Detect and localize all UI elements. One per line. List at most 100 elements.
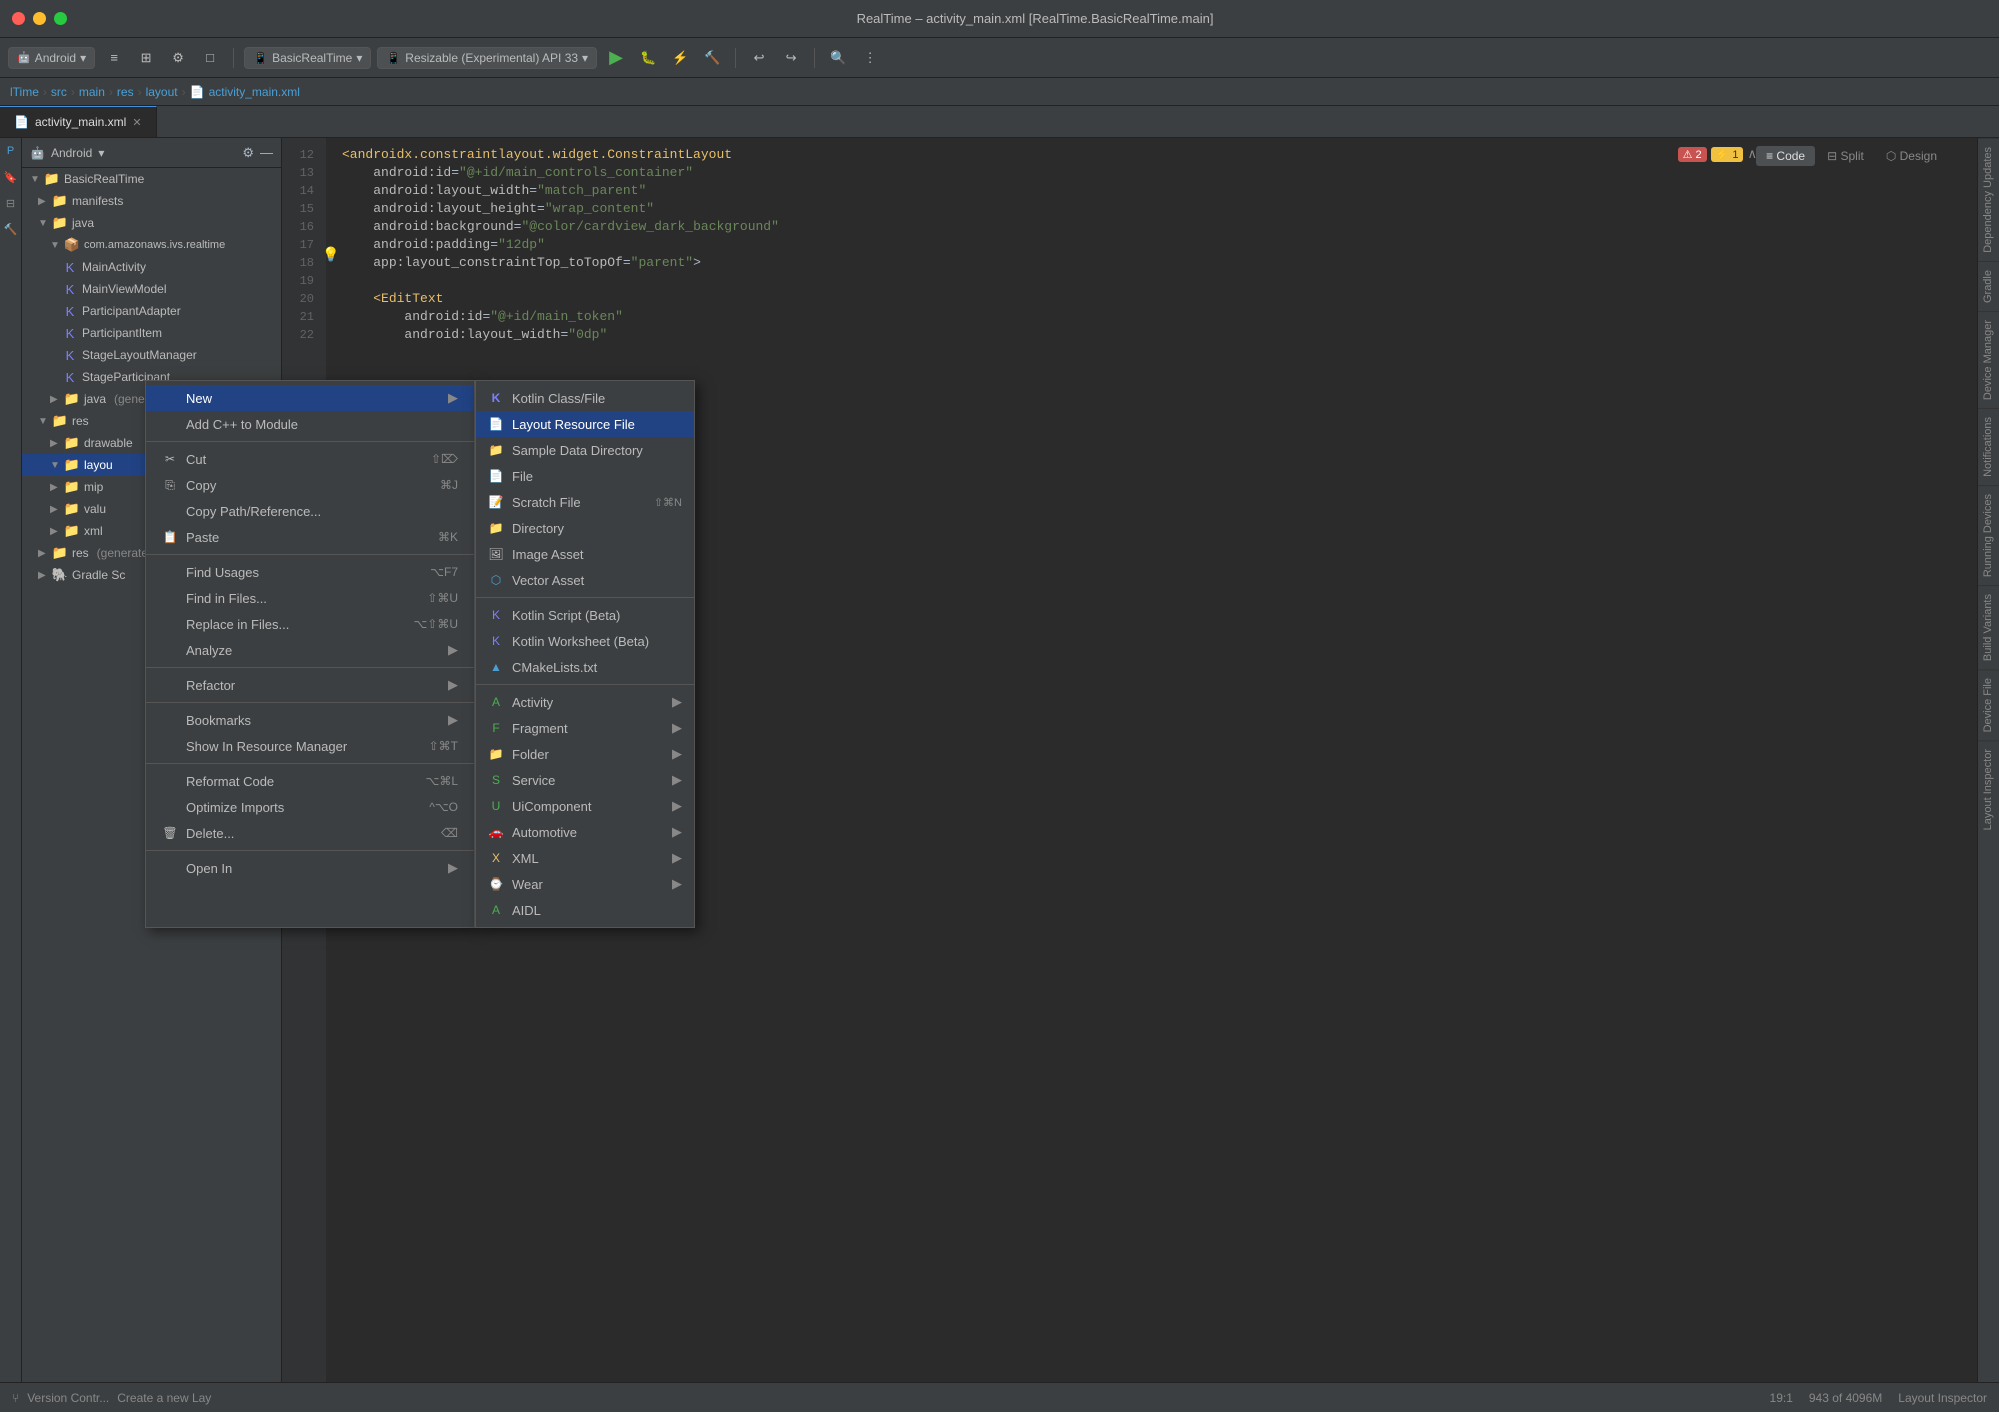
api-dropdown[interactable]: 📱 Resizable (Experimental) API 33 ▾ bbox=[377, 47, 597, 69]
menu-item-delete[interactable]: 🗑 Delete... ⌫ bbox=[146, 820, 474, 846]
minimize-button[interactable] bbox=[33, 12, 46, 25]
gradle-panel[interactable]: Gradle bbox=[1978, 261, 1999, 311]
submenu-activity[interactable]: A Activity ▶ bbox=[476, 689, 694, 715]
tree-java[interactable]: ▼ 📁 java bbox=[22, 212, 281, 234]
breadcrumb-item-3[interactable]: main bbox=[79, 85, 105, 99]
menu-item-replace-files[interactable]: Replace in Files... ⌥⇧⌘U bbox=[146, 611, 474, 637]
create-layer-label[interactable]: Create a new Lay bbox=[117, 1391, 211, 1405]
gear-icon[interactable]: ⚙ bbox=[242, 145, 254, 161]
run-button[interactable]: ▶ bbox=[603, 45, 629, 71]
tree-participantadapter[interactable]: K ParticipantAdapter bbox=[22, 300, 281, 322]
submenu-cmakelists[interactable]: ▲ CMakeLists.txt bbox=[476, 654, 694, 680]
build-variants-panel[interactable]: Build Variants bbox=[1978, 585, 1999, 669]
submenu-directory[interactable]: 📁 Directory bbox=[476, 515, 694, 541]
breadcrumb-item-2[interactable]: src bbox=[51, 85, 67, 99]
position-label: 19:1 bbox=[1770, 1391, 1793, 1405]
maximize-button[interactable] bbox=[54, 12, 67, 25]
undo-button[interactable]: ↩ bbox=[746, 45, 772, 71]
menu-item-show-resource-manager[interactable]: Show In Resource Manager ⇧⌘T bbox=[146, 733, 474, 759]
navigate-icon[interactable]: ⊞ bbox=[133, 45, 159, 71]
project-icon[interactable]: P bbox=[2, 142, 20, 160]
build-button[interactable]: 🔨 bbox=[699, 45, 725, 71]
layout-inspector-status[interactable]: Layout Inspector bbox=[1898, 1391, 1987, 1405]
debug-button[interactable]: 🐛 bbox=[635, 45, 661, 71]
menu-item-add-cpp[interactable]: Add C++ to Module bbox=[146, 411, 474, 437]
submenu-uicomponent[interactable]: U UiComponent ▶ bbox=[476, 793, 694, 819]
submenu-aidl[interactable]: A AIDL bbox=[476, 897, 694, 923]
vcs-label[interactable]: Version Contr... bbox=[27, 1391, 109, 1405]
settings-icon[interactable]: ⚙ bbox=[165, 45, 191, 71]
refactor-arrow-icon: ▶ bbox=[448, 677, 458, 693]
menu-item-optimize-imports[interactable]: Optimize Imports ^⌥O bbox=[146, 794, 474, 820]
expand-errors-button[interactable]: ∧ bbox=[1747, 146, 1757, 162]
build-variant-dropdown[interactable]: 📱 BasicRealTime ▾ bbox=[244, 47, 371, 69]
tab-code[interactable]: ≡ Code bbox=[1756, 146, 1815, 166]
menu-item-copy-path[interactable]: Copy Path/Reference... bbox=[146, 498, 474, 524]
tree-manifests[interactable]: ▶ 📁 manifests bbox=[22, 190, 281, 212]
submenu-layout-resource[interactable]: 📄 Layout Resource File bbox=[476, 411, 694, 437]
error-count[interactable]: ⚠ 2 bbox=[1678, 147, 1707, 162]
submenu-scratch-file[interactable]: 📝 Scratch File ⇧⌘N bbox=[476, 489, 694, 515]
structure-icon[interactable]: ≡ bbox=[101, 45, 127, 71]
tree-root[interactable]: ▼ 📁 BasicRealTime bbox=[22, 168, 281, 190]
close-button[interactable] bbox=[12, 12, 25, 25]
submenu-kotlin-worksheet[interactable]: K Kotlin Worksheet (Beta) bbox=[476, 628, 694, 654]
submenu-vector-asset[interactable]: ⬡ Vector Asset bbox=[476, 567, 694, 593]
menu-item-find-usages[interactable]: Find Usages ⌥F7 bbox=[146, 559, 474, 585]
tab-split[interactable]: ⊟ Split bbox=[1817, 146, 1874, 166]
menu-item-new[interactable]: New ▶ bbox=[146, 385, 474, 411]
submenu-service[interactable]: S Service ▶ bbox=[476, 767, 694, 793]
breadcrumb-item-file[interactable]: 📄activity_main.xml bbox=[190, 85, 300, 99]
submenu-folder[interactable]: 📁 Folder ▶ bbox=[476, 741, 694, 767]
breadcrumb-item-5[interactable]: layout bbox=[146, 85, 178, 99]
submenu-kotlin-class[interactable]: K Kotlin Class/File bbox=[476, 385, 694, 411]
menu-item-reformat[interactable]: Reformat Code ⌥⌘L bbox=[146, 768, 474, 794]
breadcrumb-item-1[interactable]: lTime bbox=[10, 85, 39, 99]
running-devices-panel[interactable]: Running Devices bbox=[1978, 485, 1999, 585]
menu-item-refactor[interactable]: Refactor ▶ bbox=[146, 672, 474, 698]
tree-package[interactable]: ▼ 📦 com.amazonaws.ivs.realtime bbox=[22, 234, 281, 256]
tab-close-button[interactable]: ✕ bbox=[132, 116, 141, 129]
tab-design[interactable]: ⬡ Design bbox=[1876, 146, 1947, 166]
tree-stagelayoutmanager[interactable]: K StageLayoutManager bbox=[22, 344, 281, 366]
layout-inspector-panel[interactable]: Layout Inspector bbox=[1978, 740, 1999, 838]
new-submenu: K Kotlin Class/File 📄 Layout Resource Fi… bbox=[475, 380, 695, 928]
tab-activity-main[interactable]: 📄 activity_main.xml ✕ bbox=[0, 106, 157, 137]
tree-participantitem[interactable]: K ParticipantItem bbox=[22, 322, 281, 344]
dependency-updates-panel[interactable]: Dependency Updates bbox=[1978, 138, 1999, 261]
submenu-kotlin-script[interactable]: K Kotlin Script (Beta) bbox=[476, 602, 694, 628]
android-dropdown[interactable]: 🤖 Android ▾ bbox=[8, 47, 95, 69]
layout-icon[interactable]: □ bbox=[197, 45, 223, 71]
submenu-sample-data-dir[interactable]: 📁 Sample Data Directory bbox=[476, 437, 694, 463]
submenu-image-asset[interactable]: 🖼 Image Asset bbox=[476, 541, 694, 567]
device-manager-panel[interactable]: Device Manager bbox=[1978, 311, 1999, 408]
structure-side-icon[interactable]: ⊟ bbox=[2, 194, 20, 212]
redo-button[interactable]: ↪ bbox=[778, 45, 804, 71]
tree-mainviewmodel[interactable]: K MainViewModel bbox=[22, 278, 281, 300]
menu-item-find-files[interactable]: Find in Files... ⇧⌘U bbox=[146, 585, 474, 611]
collapse-icon[interactable]: — bbox=[260, 145, 273, 161]
tree-mainactivity[interactable]: K MainActivity bbox=[22, 256, 281, 278]
build-side-icon[interactable]: 🔨 bbox=[2, 220, 20, 238]
menu-item-bookmarks[interactable]: Bookmarks ▶ bbox=[146, 707, 474, 733]
more-options-button[interactable]: ⋮ bbox=[857, 45, 883, 71]
submenu-service-label: Service bbox=[512, 773, 555, 788]
submenu-xml[interactable]: X XML ▶ bbox=[476, 845, 694, 871]
submenu-file[interactable]: 📄 File bbox=[476, 463, 694, 489]
warning-count[interactable]: ⚡ 1 bbox=[1711, 147, 1744, 162]
submenu-automotive[interactable]: 🚗 Automotive ▶ bbox=[476, 819, 694, 845]
bookmarks-icon[interactable]: 🔖 bbox=[2, 168, 20, 186]
notifications-panel[interactable]: Notifications bbox=[1978, 408, 1999, 485]
submenu-wear[interactable]: ⌚ Wear ▶ bbox=[476, 871, 694, 897]
profile-button[interactable]: ⚡ bbox=[667, 45, 693, 71]
menu-item-analyze[interactable]: Analyze ▶ bbox=[146, 637, 474, 663]
breadcrumb-item-4[interactable]: res bbox=[117, 85, 134, 99]
search-button[interactable]: 🔍 bbox=[825, 45, 851, 71]
menu-item-open-in[interactable]: Open In ▶ bbox=[146, 855, 474, 881]
submenu-fragment[interactable]: F Fragment ▶ bbox=[476, 715, 694, 741]
uicomponent-icon: U bbox=[488, 798, 504, 814]
device-file-panel[interactable]: Device File bbox=[1978, 669, 1999, 740]
menu-item-paste[interactable]: 📋 Paste ⌘K bbox=[146, 524, 474, 550]
menu-item-copy[interactable]: ⎘ Copy ⌘J bbox=[146, 472, 474, 498]
menu-item-cut[interactable]: ✂ Cut ⇧⌦ bbox=[146, 446, 474, 472]
